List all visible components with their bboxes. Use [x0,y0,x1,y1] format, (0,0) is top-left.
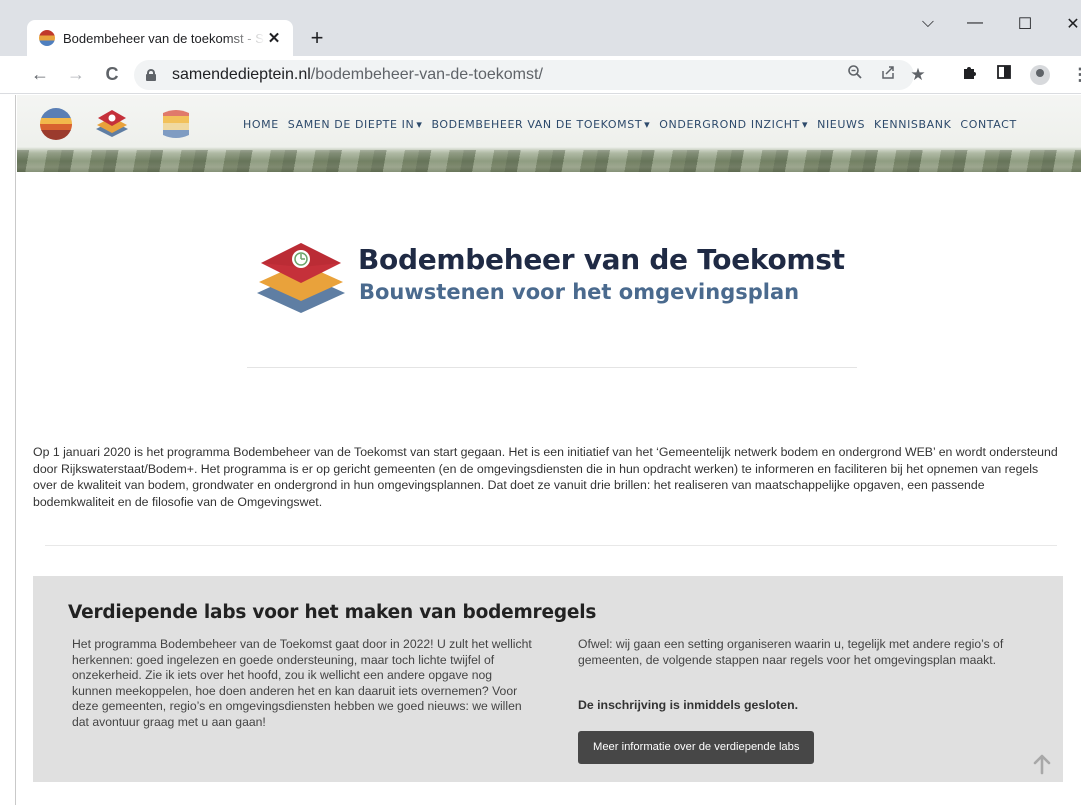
labs-left-paragraph: Het programma Bodembeheer van de Toekoms… [72,637,532,729]
lock-icon[interactable] [146,69,156,81]
close-window-button[interactable]: ✕ [1058,14,1081,34]
dropdown-caret-icon: ▾ [416,118,423,131]
tab-search-chevron-icon[interactable]: ⌵ [913,14,943,32]
scroll-to-top-arrow-icon[interactable] [1030,752,1054,776]
intro-paragraph: Op 1 januari 2020 is het programma Bodem… [33,445,1058,509]
address-bar[interactable]: samendedieptein.nl /bodembeheer-van-de-t… [134,60,914,90]
share-icon[interactable] [876,64,900,86]
registration-closed-notice: De inschrijving is inmiddels gesloten. [578,698,799,712]
browser-tab[interactable]: Bodembeheer van de toekomst - Sa ✕ [27,20,293,56]
nav-item-home[interactable]: HOME [243,118,279,131]
samen-de-diepte-in-logo-icon[interactable] [39,107,73,141]
nav-item-kennisbank[interactable]: KENNISBANK [874,118,951,131]
profile-avatar-icon[interactable] [1030,65,1050,85]
nav-item-nieuws[interactable]: NIEUWS [817,118,865,131]
browser-toolbar: ← → C samendedieptein.nl /bodembeheer-va… [0,56,1081,94]
labs-title: Verdiepende labs voor het maken van bode… [68,602,597,623]
back-button[interactable]: ← [26,62,54,86]
tab-close-icon[interactable]: ✕ [265,29,283,47]
browser-tabstrip: Bodembeheer van de toekomst - Sa ✕ + ⌵ —… [0,0,1081,56]
minimize-button[interactable]: — [960,14,990,32]
header-landscape-image [17,150,1081,172]
extensions-puzzle-icon[interactable] [958,64,982,86]
ondergrond-inzicht-logo-icon[interactable] [159,107,193,141]
hero-banner: Bodembeheer van de Toekomst Bouwstenen v… [255,237,855,317]
bookmark-star-icon[interactable]: ★ [906,64,930,86]
nav-item-bodembeheer-van-de-toekomst[interactable]: BODEMBEHEER VAN DE TOEKOMST ▾ [431,118,650,131]
nav-item-contact[interactable]: CONTACT [960,118,1016,131]
url-host: samendedieptein.nl [172,66,311,83]
site-favicon-icon [39,30,55,46]
dropdown-caret-icon: ▾ [801,118,809,131]
maximize-button[interactable]: ☐ [1010,14,1040,34]
hero-divider [247,367,857,368]
url-path: /bodembeheer-van-de-toekomst/ [310,66,543,83]
more-info-labs-button[interactable]: Meer informatie over de verdiepende labs [578,731,815,764]
new-tab-button[interactable]: + [303,24,331,52]
site-header: HOME SAMEN DE DIEPTE IN ▾ BODEMBEHEER VAN… [17,95,1081,172]
tab-title: Bodembeheer van de toekomst - Sa [63,30,265,46]
labs-right-paragraph: Ofwel: wij gaan een setting organiseren … [578,637,1004,667]
zoom-icon[interactable] [843,64,867,86]
bodembeheer-logo-icon[interactable] [95,107,129,141]
reload-button[interactable]: C [98,62,126,86]
dropdown-caret-icon: ▾ [644,118,651,131]
hero-title: Bodembeheer van de Toekomst [358,243,845,276]
side-panel-icon[interactable] [992,64,1016,86]
nav-item-ondergrond-inzicht[interactable]: ONDERGROND INZICHT ▾ [659,118,808,131]
hero-subtitle: Bouwstenen voor het omgevingsplan [359,280,800,304]
browser-menu-icon[interactable]: ⋮ [1068,64,1081,86]
section-divider [45,545,1057,546]
forward-button[interactable]: → [62,62,90,86]
labs-section: Verdiepende labs voor het maken van bode… [33,576,1063,782]
main-navigation: HOME SAMEN DE DIEPTE IN ▾ BODEMBEHEER VAN… [243,118,1026,131]
bodembeheer-hero-logo-icon [257,243,345,313]
nav-item-samen-de-diepte-in[interactable]: SAMEN DE DIEPTE IN ▾ [288,118,423,131]
window-edge-divider [15,95,16,805]
